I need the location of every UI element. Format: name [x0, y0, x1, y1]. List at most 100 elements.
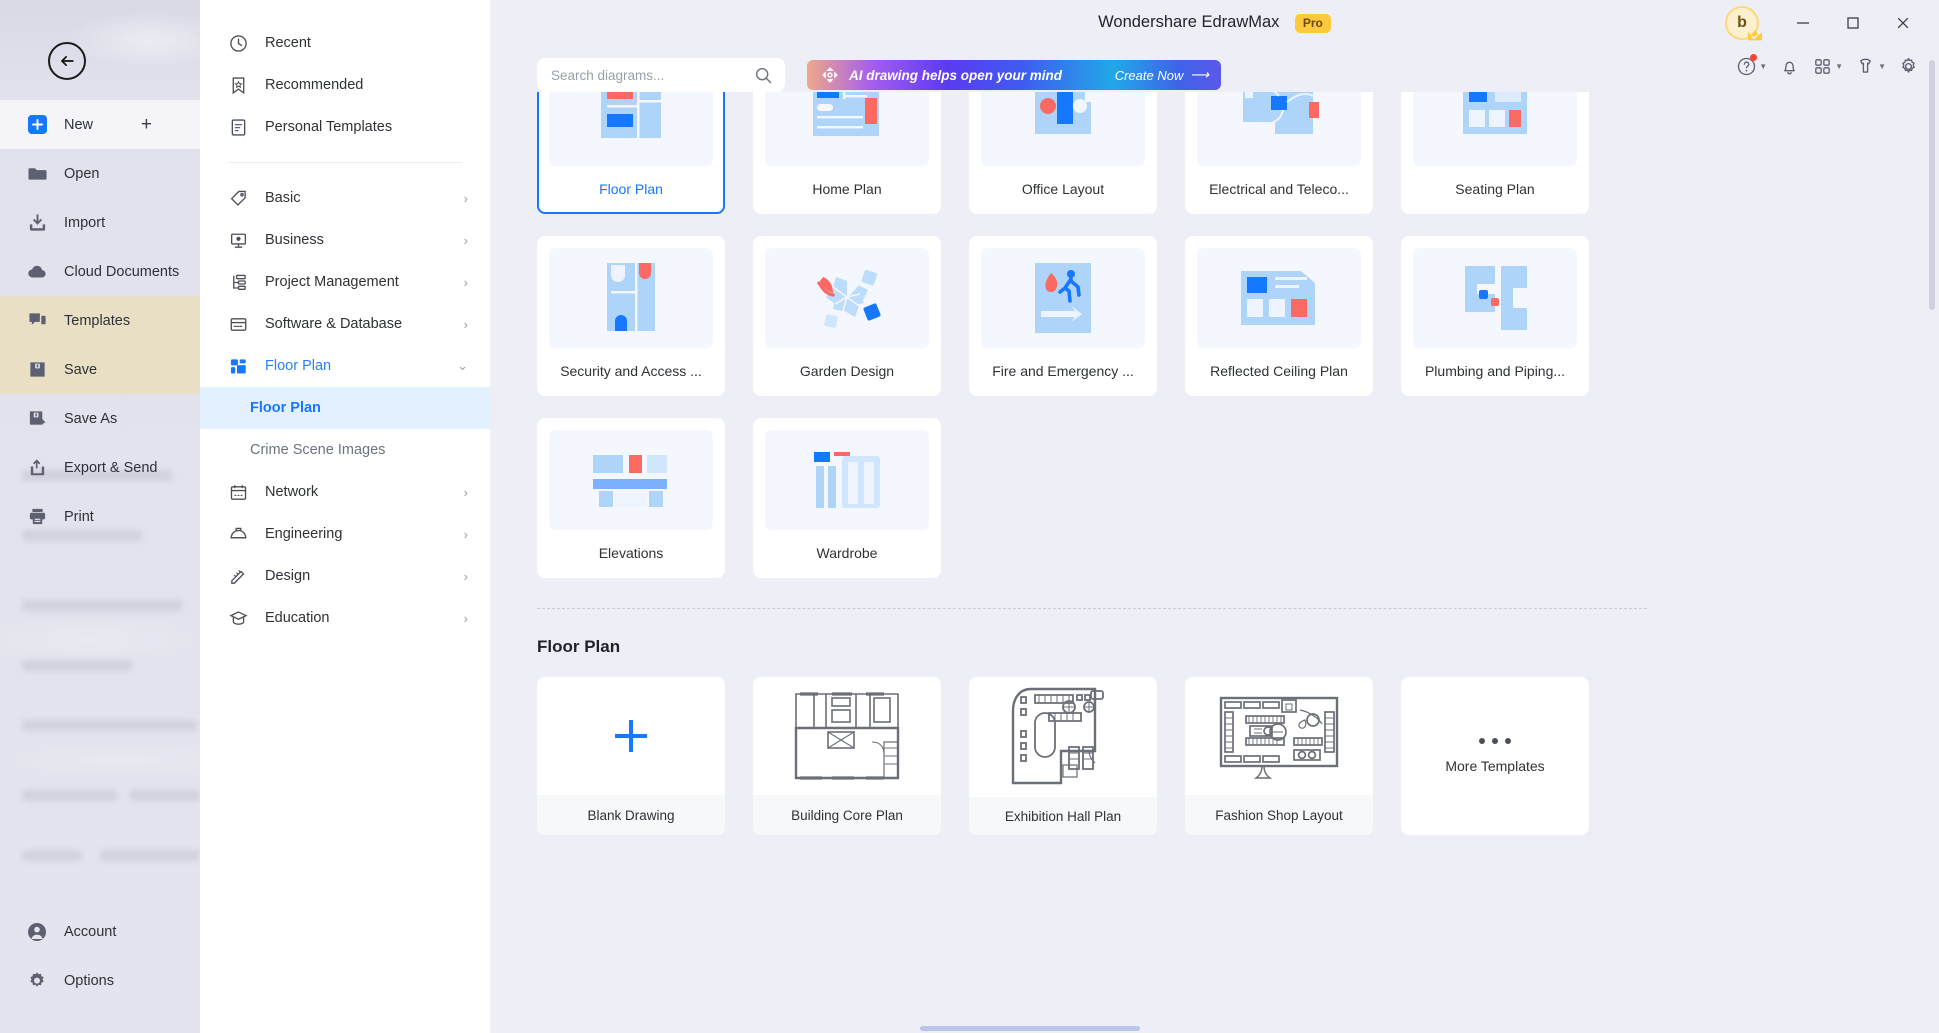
maximize-button[interactable] [1833, 6, 1873, 40]
ellipsis-icon [1479, 738, 1511, 744]
tag-icon [228, 188, 249, 209]
template-card-fashion-shop-layout[interactable]: Fashion Shop Layout [1185, 677, 1373, 835]
category-card[interactable]: Seating Plan [1401, 92, 1589, 214]
sidebar-item-account[interactable]: Account [0, 907, 200, 956]
options-gear-icon [26, 970, 48, 992]
category-basic[interactable]: Basic › [200, 177, 490, 219]
category-personal-templates[interactable]: Personal Templates [200, 106, 490, 148]
category-business[interactable]: Business › [200, 219, 490, 261]
thumbnail-exhibition-hall [969, 677, 1157, 797]
category-card[interactable]: Fire and Emergency ... [969, 236, 1157, 396]
sidebar-bottom-nav: Account Options [0, 907, 200, 1005]
close-button[interactable] [1883, 6, 1923, 40]
sidebar-item-import[interactable]: Import [0, 198, 200, 247]
category-card[interactable]: Floor Plan [537, 92, 725, 214]
sidebar-item-options[interactable]: Options [0, 956, 200, 1005]
thumbnail-seating-plan [1413, 92, 1577, 166]
help-button[interactable]: ▼ [1732, 52, 1771, 81]
category-design[interactable]: Design › [200, 555, 490, 597]
template-label: Blank Drawing [537, 795, 725, 835]
left-sidebar: Backstage New + Open [0, 0, 200, 1033]
sidebar-item-templates[interactable]: Templates [0, 296, 200, 345]
apps-button[interactable]: ▼ [1808, 52, 1847, 81]
search-box[interactable] [537, 58, 785, 92]
category-recent[interactable]: Recent [200, 22, 490, 64]
category-card[interactable]: Security and Access ... [537, 236, 725, 396]
main-content: Wondershare EdrawMax Pro b ▼ ▼ ▼ Search … [490, 0, 1939, 1033]
category-engineering[interactable]: Engineering › [200, 513, 490, 555]
sidebar-item-export-send[interactable]: Export & Send [0, 443, 200, 492]
template-card-building-core-plan[interactable]: Building Core Plan [753, 677, 941, 835]
notifications-button[interactable] [1775, 52, 1804, 81]
category-project-management[interactable]: Project Management › [200, 261, 490, 303]
category-card[interactable]: Plumbing and Piping... [1401, 236, 1589, 396]
sidebar-item-save[interactable]: Save [0, 345, 200, 394]
category-label: Design [265, 568, 311, 584]
network-icon [228, 482, 249, 503]
category-card-label: Office Layout [1021, 181, 1105, 197]
gear-icon [1902, 57, 1915, 73]
settings-button[interactable] [1894, 52, 1923, 81]
vertical-scrollbar[interactable] [1929, 60, 1935, 310]
ghost-placeholder [22, 850, 82, 861]
category-floor-plan[interactable]: Floor Plan ⌄ [200, 345, 490, 387]
sidebar-item-print[interactable]: Print [0, 492, 200, 541]
create-now-button[interactable]: Create Now ⟶ [1115, 67, 1209, 83]
thumbnail-reflected-ceiling [1197, 248, 1361, 348]
search-input[interactable] [551, 67, 746, 83]
new-icon [26, 114, 48, 136]
category-card[interactable]: Garden Design [753, 236, 941, 396]
subcategory-label: Crime Scene Images [250, 442, 386, 458]
sidebar-label: Templates [64, 312, 131, 329]
category-card-label: Home Plan [812, 181, 882, 197]
sidebar-item-save-as[interactable]: Save As [0, 394, 200, 443]
category-card[interactable]: Reflected Ceiling Plan [1185, 236, 1373, 396]
category-card[interactable]: Wardrobe [753, 418, 941, 578]
category-card[interactable]: Home Plan [753, 92, 941, 214]
subcategory-floor-plan[interactable]: Floor Plan [200, 387, 490, 429]
chevron-right-icon: › [463, 190, 468, 206]
crown-badge-icon [1748, 30, 1762, 41]
plus-icon [615, 720, 647, 752]
template-card-blank-drawing[interactable]: Blank Drawing [537, 677, 725, 835]
category-card-label: Reflected Ceiling Plan [1210, 363, 1348, 379]
search-icon[interactable] [754, 66, 773, 85]
sidebar-item-cloud-documents[interactable]: Cloud Documents [0, 247, 200, 296]
create-now-label: Create Now [1114, 67, 1184, 83]
minimize-button[interactable] [1783, 6, 1823, 40]
chevron-down-icon: ⌄ [457, 358, 468, 373]
presentation-icon [228, 230, 249, 251]
category-card[interactable]: Office Layout [969, 92, 1157, 214]
app-title: Wondershare EdrawMax [1098, 13, 1280, 32]
category-education[interactable]: Education › [200, 597, 490, 639]
avatar[interactable]: b [1725, 6, 1762, 41]
template-card-exhibition-hall-plan[interactable]: Exhibition Hall Plan [969, 677, 1157, 835]
category-label: Business [265, 232, 324, 248]
add-new-button[interactable]: + [141, 115, 152, 134]
category-software-database[interactable]: Software & Database › [200, 303, 490, 345]
search-row: AI drawing helps open your mind Create N… [537, 58, 1221, 92]
category-recommended[interactable]: Recommended [200, 64, 490, 106]
category-label: Education [265, 610, 330, 626]
sidebar-item-new[interactable]: New + [0, 100, 200, 149]
ai-drawing-banner[interactable]: AI drawing helps open your mind Create N… [807, 60, 1221, 90]
thumbnail-security-access [549, 248, 713, 348]
chevron-right-icon: › [463, 484, 468, 500]
subcategory-crime-scene-images[interactable]: Crime Scene Images [200, 429, 490, 471]
chevron-right-icon: › [463, 526, 468, 542]
thumbnail-building-core [753, 677, 941, 795]
horizontal-scrollbar[interactable] [920, 1026, 1140, 1031]
sidebar-item-open[interactable]: Open [0, 149, 200, 198]
account-icon [26, 921, 48, 943]
category-network[interactable]: Network › [200, 471, 490, 513]
category-card[interactable]: Elevations [537, 418, 725, 578]
category-card-label: Plumbing and Piping... [1424, 363, 1566, 379]
category-card[interactable]: Electrical and Teleco... [1185, 92, 1373, 214]
back-button[interactable] [48, 42, 86, 80]
category-panel: Recent Recommended Personal Templates Ba… [200, 0, 490, 1033]
templates-icon [26, 310, 48, 332]
theme-button[interactable]: ▼ [1851, 52, 1890, 81]
category-label: Recent [265, 35, 311, 51]
import-icon [26, 212, 48, 234]
template-card-more-templates[interactable]: More Templates [1401, 677, 1589, 835]
